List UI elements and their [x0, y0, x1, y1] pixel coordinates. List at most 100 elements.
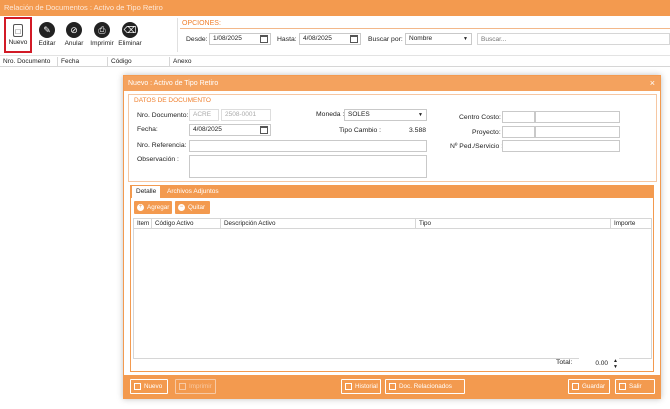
save-icon	[572, 382, 579, 390]
doc-relacionados-button[interactable]: Doc. Relacionados	[385, 379, 465, 394]
hasta-label: Hasta:	[277, 36, 297, 43]
editar-button[interactable]: ✎ Editar	[33, 18, 61, 54]
moneda-label: Moneda :	[316, 111, 345, 118]
eliminar-label: Eliminar	[118, 40, 142, 47]
chevron-down-icon: ▼	[418, 112, 423, 118]
col-item[interactable]: Item	[134, 219, 152, 229]
agregar-label: Agregar	[147, 204, 170, 211]
total-field[interactable]: 0.00 ▲ ▼	[579, 358, 619, 370]
footer-imprimir-button[interactable]: Imprimir	[175, 379, 216, 394]
centro-costo-desc-field[interactable]	[535, 111, 620, 123]
printer-icon	[179, 382, 186, 390]
historial-label: Historial	[355, 383, 378, 390]
proyecto-label: Proyecto:	[472, 129, 501, 136]
section-title: DATOS DE DOCUMENTO	[133, 97, 212, 104]
hasta-date-field[interactable]: 4/08/2025	[299, 33, 361, 45]
spinner-icon[interactable]: ▲ ▼	[613, 358, 618, 370]
salir-button[interactable]: Salir	[615, 379, 655, 394]
link-icon	[389, 382, 396, 390]
quitar-button[interactable]: − Quitar	[175, 201, 210, 214]
doc-relacionados-label: Doc. Relacionados	[399, 383, 452, 390]
centro-costo-code-field[interactable]	[502, 111, 535, 123]
dialog-footer: Nuevo Imprimir Historial Doc. Relacionad…	[124, 375, 660, 398]
toolbar-divider	[177, 18, 178, 52]
new-document-icon: □	[13, 24, 23, 37]
cancel-icon: ⊘	[66, 22, 82, 38]
buscar-por-value: Nombre	[409, 35, 433, 42]
search-input[interactable]	[477, 33, 670, 45]
tab-archivos-adjuntos[interactable]: Archivos Adjuntos	[163, 186, 223, 198]
exit-icon	[619, 382, 626, 390]
nro-serie-field: ACRE	[189, 109, 219, 121]
fecha-date-field[interactable]: 4/08/2025	[189, 124, 271, 136]
buscar-por-label: Buscar por:	[368, 36, 403, 43]
detalle-grid: Item Código Activo Descripción Activo Ti…	[133, 218, 652, 359]
historial-button[interactable]: Historial	[341, 379, 381, 394]
col-tipo[interactable]: Tipo	[416, 219, 611, 229]
proyecto-code-field[interactable]	[502, 126, 535, 138]
opciones-title: OPCIONES:	[182, 20, 221, 27]
tab-bar: Detalle Archivos Adjuntos	[130, 185, 654, 198]
dialog-title: Nuevo : Activo de Tipo Retiro	[128, 80, 219, 87]
dialog-titlebar: Nuevo : Activo de Tipo Retiro ×	[124, 76, 660, 91]
printer-icon: ⎙	[94, 22, 110, 38]
desde-value: 1/08/2025	[213, 35, 242, 42]
editar-label: Editar	[38, 40, 56, 47]
pencil-icon: ✎	[39, 22, 55, 38]
col-importe[interactable]: Importe	[611, 219, 651, 229]
minus-icon: −	[178, 203, 185, 211]
imprimir-button[interactable]: ⎙ Imprimir	[88, 18, 116, 54]
ped-servicio-field[interactable]	[502, 140, 620, 152]
window-title: Relación de Documentos : Activo de Tipo …	[0, 0, 670, 16]
footer-imprimir-label: Imprimir	[189, 383, 212, 390]
observacion-field[interactable]	[189, 155, 427, 178]
tipo-cambio-label: Tipo Cambio :	[339, 127, 382, 134]
col-fecha[interactable]: Fecha	[58, 57, 108, 67]
fecha-value: 4/08/2025	[193, 126, 222, 133]
total-value: 0.00	[595, 360, 608, 367]
imprimir-label: Imprimir	[90, 40, 114, 47]
tab-detalle[interactable]: Detalle	[132, 186, 161, 198]
close-icon[interactable]: ×	[650, 76, 655, 91]
new-document-icon	[134, 382, 141, 390]
guardar-button[interactable]: Guardar	[568, 379, 610, 394]
detalle-grid-header: Item Código Activo Descripción Activo Ti…	[134, 219, 651, 229]
col-descripcion-activo[interactable]: Descripción Activo	[221, 219, 416, 229]
calendar-icon[interactable]	[260, 35, 268, 43]
trash-icon: ⌫	[122, 22, 138, 38]
plus-icon: +	[137, 203, 144, 211]
buscar-por-select[interactable]: Nombre ▼	[405, 33, 472, 45]
quitar-label: Quitar	[188, 204, 206, 211]
history-icon	[345, 382, 352, 390]
moneda-value: SOLES	[348, 111, 370, 118]
col-codigo[interactable]: Código	[108, 57, 170, 67]
guardar-label: Guardar	[582, 383, 606, 390]
total-label: Total:	[556, 359, 573, 366]
centro-costo-label: Centro Costo:	[459, 114, 501, 121]
anular-label: Anular	[64, 40, 84, 47]
salir-label: Salir	[629, 383, 642, 390]
desde-date-field[interactable]: 1/08/2025	[209, 33, 271, 45]
calendar-icon[interactable]	[260, 126, 268, 134]
documents-grid-header: Nro. Documento Fecha Código Anexo	[0, 57, 670, 67]
footer-nuevo-button[interactable]: Nuevo	[130, 379, 168, 394]
ped-servicio-label: Nº Ped./Servicio :	[450, 143, 504, 150]
chevron-down-icon: ▼	[463, 36, 468, 42]
observacion-label: Observación :	[137, 156, 179, 163]
nro-referencia-field[interactable]	[189, 140, 427, 152]
tipo-cambio-value: 3.588	[409, 127, 427, 134]
eliminar-button[interactable]: ⌫ Eliminar	[116, 18, 144, 54]
proyecto-desc-field[interactable]	[535, 126, 620, 138]
anular-button[interactable]: ⊘ Anular	[60, 18, 88, 54]
col-anexo[interactable]: Anexo	[170, 57, 670, 67]
moneda-select[interactable]: SOLES ▼	[344, 109, 427, 121]
col-nro-documento[interactable]: Nro. Documento	[0, 57, 58, 67]
nuevo-dialog: Nuevo : Activo de Tipo Retiro × DATOS DE…	[123, 75, 661, 399]
calendar-icon[interactable]	[350, 35, 358, 43]
nuevo-button[interactable]: □ Nuevo	[4, 17, 32, 53]
agregar-button[interactable]: + Agregar	[134, 201, 172, 214]
nro-numero-field: 2508-0001	[221, 109, 271, 121]
col-codigo-activo[interactable]: Código Activo	[152, 219, 221, 229]
footer-nuevo-label: Nuevo	[144, 383, 163, 390]
nuevo-label: Nuevo	[8, 39, 28, 46]
